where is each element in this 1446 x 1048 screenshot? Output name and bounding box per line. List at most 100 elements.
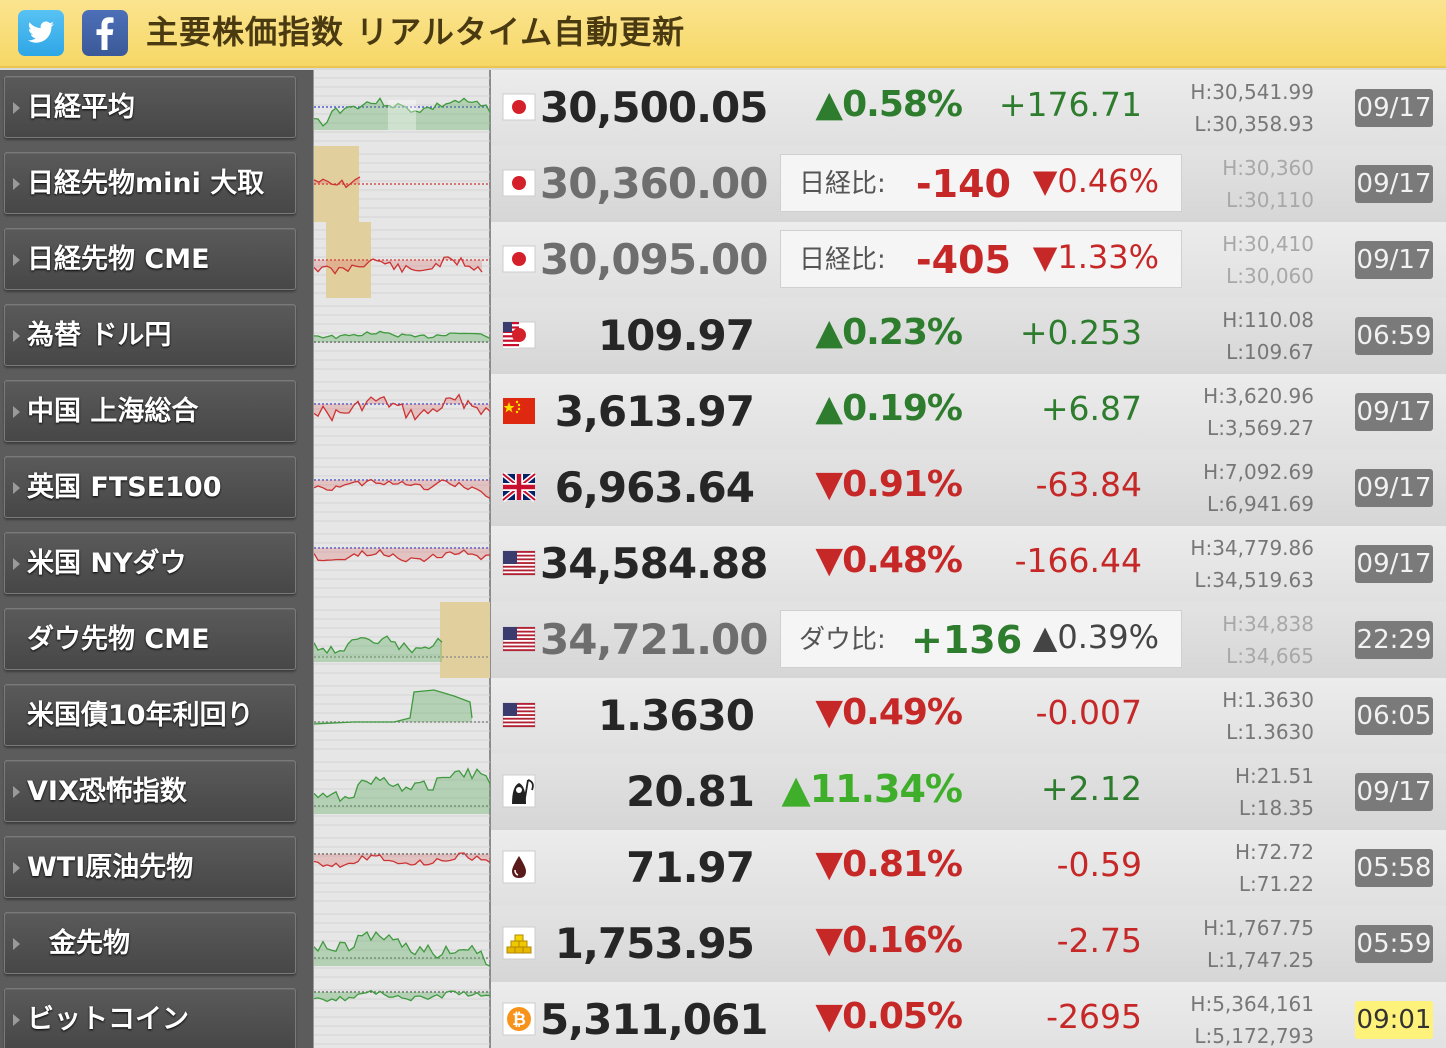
chevron-right-icon: [13, 786, 20, 798]
sparkline-graph: [314, 533, 490, 598]
high-low: H:1,767.75 L:1,747.25: [1150, 912, 1314, 976]
low-value: L:30,110: [1226, 188, 1314, 212]
change-value: +0.253: [1019, 313, 1142, 352]
index-name: 米国 NYダウ: [27, 548, 187, 579]
sparkline-chart[interactable]: [313, 374, 491, 450]
change-value: -0.59: [1056, 845, 1142, 884]
sparkline-chart[interactable]: [313, 830, 491, 906]
high-value: H:72.72: [1234, 840, 1314, 864]
sparkline-chart[interactable]: [313, 222, 491, 298]
twitter-share-button[interactable]: [18, 10, 64, 56]
table-row[interactable]: 米国 NYダウ 34,584.88 ▼0.48% -166.44 H:34,779.86…: [0, 526, 1446, 602]
price-value: 109.97: [597, 311, 755, 360]
usd-jpy-flag-icon: [502, 318, 536, 352]
change-value: -2695: [1046, 997, 1142, 1036]
twitter-bird-icon: [27, 21, 55, 43]
table-row[interactable]: ダウ先物 CME 34,721.00 ダウ比: +136 ▲0.39% H:34,838 L…: [0, 602, 1446, 678]
sparkline-graph: [314, 457, 490, 522]
high-low: H:110.08 L:109.67: [1150, 304, 1314, 368]
high-value: H:110.08: [1222, 308, 1314, 332]
us-flag-icon: [502, 622, 536, 656]
sparkline-chart[interactable]: [313, 298, 491, 374]
table-row[interactable]: 日経平均 30,500.05 ▲0.58% +176.71 H:30,541.99 L:3…: [0, 70, 1446, 146]
index-name-cell: WTI原油先物: [0, 830, 313, 906]
index-name-cell: 日経平均: [0, 70, 313, 146]
table-row[interactable]: 金先物 1,753.95 ▼0.16% -2.75 H:1,767.75 L:1,747.…: [0, 906, 1446, 982]
table-row[interactable]: WTI原油先物 71.97 ▼0.81% -0.59 H:72.72 L:71.22 05:…: [0, 830, 1446, 906]
index-name-cell: VIX恐怖指数: [0, 754, 313, 830]
update-time-badge: 22:29: [1355, 621, 1433, 659]
sparkline-chart[interactable]: [313, 450, 491, 526]
index-name-button[interactable]: 為替 ドル円: [4, 304, 296, 366]
index-name-button[interactable]: 米国 NYダウ: [4, 532, 296, 594]
index-name-button[interactable]: VIX恐怖指数: [4, 760, 296, 822]
chevron-right-icon: [13, 406, 20, 418]
table-row[interactable]: 英国 FTSE100 6,963.64 ▼0.91% -63.84 H:7,092.69…: [0, 450, 1446, 526]
change-percent: ▲11.34%: [781, 767, 964, 811]
sparkline-chart[interactable]: [313, 678, 491, 754]
high-value: H:30,541.99: [1190, 80, 1314, 104]
chevron-right-icon: [13, 178, 20, 190]
change-percent: ▼0.48%: [815, 540, 963, 581]
index-name-button[interactable]: ビットコイン: [4, 988, 296, 1048]
price-value: 5,311,061: [540, 995, 768, 1044]
sparkline-chart[interactable]: [313, 982, 491, 1048]
comparison-label: 日経比:: [799, 169, 886, 199]
index-name-button[interactable]: ダウ先物 CME: [4, 608, 296, 670]
table-row[interactable]: 為替 ドル円 109.97 ▲0.23% +0.253 H:110.08 L:109.67…: [0, 298, 1446, 374]
low-value: L:18.35: [1238, 796, 1314, 820]
sparkline-chart[interactable]: [313, 602, 491, 678]
table-row[interactable]: 中国 上海総合 3,613.97 ▲0.19% +6.87 H:3,620.96 L:3,…: [0, 374, 1446, 450]
index-name: 中国 上海総合: [27, 396, 199, 427]
uk-flag-icon: [502, 470, 536, 504]
index-name-button[interactable]: 日経先物mini 大取: [4, 152, 296, 214]
index-name: VIX恐怖指数: [27, 776, 187, 807]
price-value: 6,963.64: [554, 463, 755, 512]
index-name-button[interactable]: WTI原油先物: [4, 836, 296, 898]
index-name-button[interactable]: 日経平均: [4, 76, 296, 138]
page-title: 主要株価指数 リアルタイム自動更新: [146, 13, 686, 51]
chevron-right-icon: [13, 558, 20, 570]
sparkline-chart[interactable]: [313, 906, 491, 982]
high-low: H:30,360 L:30,110: [1150, 152, 1314, 216]
facebook-share-button[interactable]: [82, 10, 128, 56]
table-row[interactable]: 日経先物mini 大取 30,360.00 日経比: -140 ▼0.46% H:30,3…: [0, 146, 1446, 222]
comparison-diff: -405: [915, 238, 1011, 282]
sparkline-chart[interactable]: [313, 526, 491, 602]
high-low: H:30,541.99 L:30,358.93: [1150, 76, 1314, 140]
price-value: 1,753.95: [554, 919, 755, 968]
update-time-badge: 09/17: [1355, 241, 1433, 279]
index-name-button[interactable]: 中国 上海総合: [4, 380, 296, 442]
change-percent: ▼0.81%: [815, 844, 963, 885]
low-value: L:1,747.25: [1207, 948, 1314, 972]
sparkline-chart[interactable]: [313, 70, 491, 146]
index-name-button[interactable]: 金先物: [4, 912, 296, 974]
index-name: 金先物: [49, 928, 130, 959]
index-name-button[interactable]: 日経先物 CME: [4, 228, 296, 290]
change-percent: ▲0.58%: [815, 84, 963, 125]
change-value: +2.12: [1040, 769, 1142, 808]
sparkline-chart[interactable]: [313, 146, 491, 222]
update-time-badge: 09/17: [1355, 545, 1433, 583]
header-bar: 主要株価指数 リアルタイム自動更新: [0, 0, 1446, 68]
update-time-badge: 05:58: [1355, 849, 1433, 887]
price-value: 34,721.00: [540, 615, 768, 664]
change-value: -0.007: [1035, 693, 1142, 732]
table-row[interactable]: VIX恐怖指数 20.81 ▲11.34% +2.12 H:21.51 L:18.35 09…: [0, 754, 1446, 830]
change-value: -63.84: [1035, 465, 1142, 504]
facebook-f-icon: [96, 17, 114, 50]
price-value: 71.97: [626, 843, 755, 892]
index-name-cell: ビットコイン: [0, 982, 313, 1048]
low-value: L:30,060: [1226, 264, 1314, 288]
table-row[interactable]: 米国債10年利回り 1.3630 ▼0.49% -0.007 H:1.3630 L:1.3…: [0, 678, 1446, 754]
comparison-diff: -140: [915, 162, 1011, 206]
japan-flag-icon: [502, 90, 536, 124]
table-row[interactable]: ビットコイン ₿ 5,311,061 ▼0.05% -2695 H:5,364,161 L:…: [0, 982, 1446, 1048]
table-row[interactable]: 日経先物 CME 30,095.00 日経比: -405 ▼1.33% H:30,410 L…: [0, 222, 1446, 298]
index-name-button[interactable]: 米国債10年利回り: [4, 684, 296, 746]
comparison-box: ダウ比: +136 ▲0.39%: [780, 610, 1182, 668]
sparkline-chart[interactable]: [313, 754, 491, 830]
high-value: H:3,620.96: [1203, 384, 1314, 408]
bitcoin-icon: ₿: [502, 1002, 536, 1036]
index-name-button[interactable]: 英国 FTSE100: [4, 456, 296, 518]
